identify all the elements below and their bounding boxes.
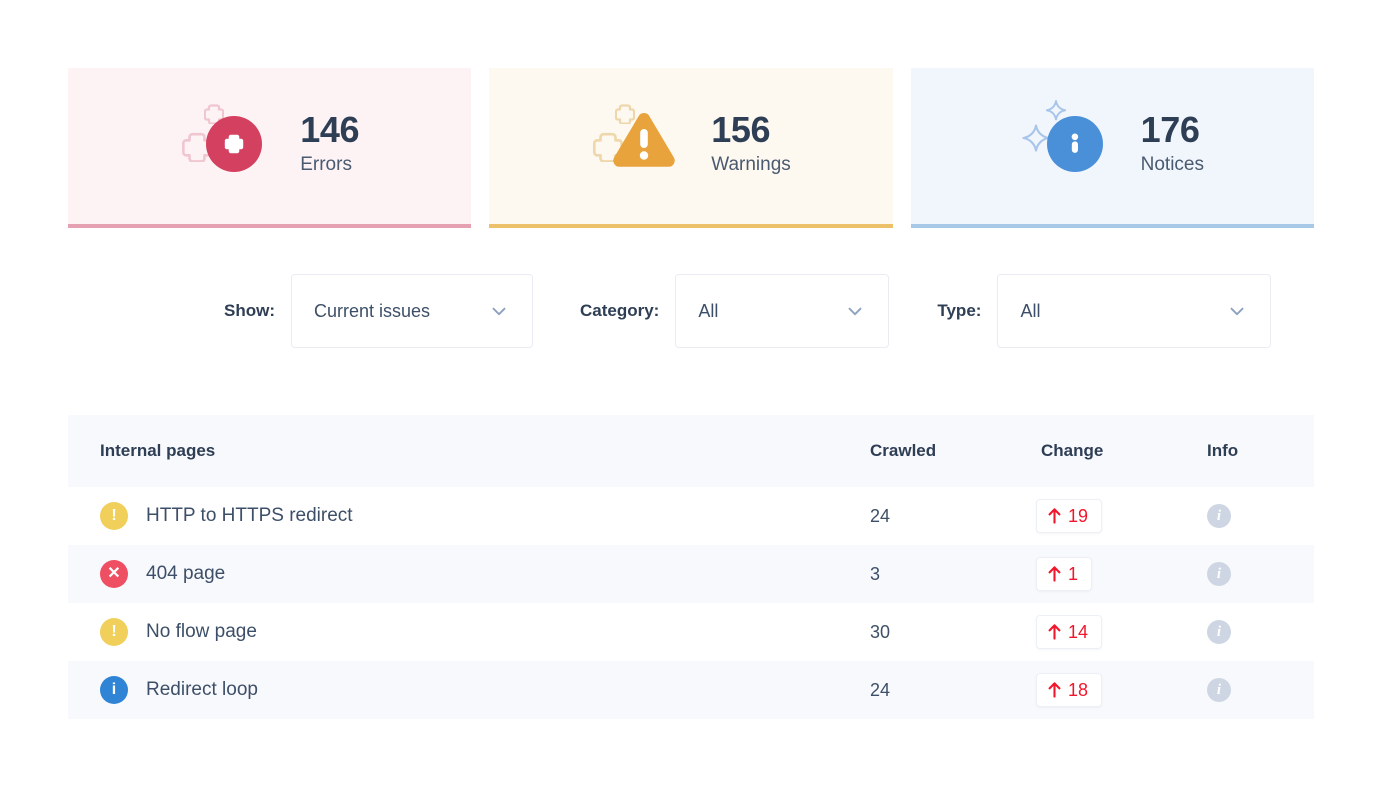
arrow-up-icon — [1048, 682, 1061, 698]
table-row[interactable]: i Redirect loop 24 18 i — [68, 661, 1314, 719]
notices-icon-group — [1021, 96, 1117, 192]
row-info-cell: i — [1202, 678, 1314, 702]
show-select-value: Current issues — [314, 300, 431, 321]
row-name-cell: ! No flow page — [68, 618, 866, 646]
info-icon[interactable]: i — [1207, 678, 1231, 702]
warning-severity-icon: ! — [100, 618, 128, 646]
table-header-cell-crawled[interactable]: Crawled — [866, 441, 1036, 461]
row-name-cell: ✕ 404 page — [68, 560, 866, 588]
errors-icon-group — [180, 96, 276, 192]
info-circle-icon — [1046, 116, 1103, 172]
info-icon[interactable]: i — [1207, 504, 1231, 528]
row-info-cell: i — [1202, 504, 1314, 528]
row-issue-name[interactable]: 404 page — [146, 563, 225, 585]
type-select-value: All — [1020, 300, 1041, 321]
arrow-up-icon — [1048, 624, 1061, 640]
row-change-cell: 18 — [1036, 673, 1202, 707]
errors-count: 146 — [300, 108, 360, 150]
warning-severity-icon: ! — [100, 502, 128, 530]
row-crawled-cell: 24 — [870, 679, 891, 700]
row-change-cell: 14 — [1036, 615, 1202, 649]
info-icon[interactable]: i — [1207, 620, 1231, 644]
row-issue-name[interactable]: HTTP to HTTPS redirect — [146, 505, 353, 527]
change-value: 18 — [1068, 680, 1089, 700]
decorative-sparkle-icon — [1022, 124, 1050, 152]
arrow-up-icon — [1048, 566, 1061, 582]
filter-bar: Show: Current issues Category: All Type:… — [68, 274, 1314, 348]
table-row[interactable]: ! No flow page 30 14 i — [68, 603, 1314, 661]
change-value: 1 — [1068, 564, 1079, 584]
change-badge: 18 — [1036, 673, 1103, 707]
table-row[interactable]: ! HTTP to HTTPS redirect 24 19 i — [68, 487, 1314, 545]
change-value: 14 — [1068, 622, 1089, 642]
warnings-count: 156 — [711, 108, 771, 150]
filter-group-show: Show: Current issues — [224, 274, 533, 348]
category-select[interactable]: All — [675, 274, 890, 348]
row-crawled-cell: 3 — [870, 563, 881, 584]
row-change-cell: 1 — [1036, 557, 1202, 591]
table-row[interactable]: ✕ 404 page 3 1 i — [68, 545, 1314, 603]
row-info-cell: i — [1202, 562, 1314, 586]
change-badge: 19 — [1036, 499, 1103, 533]
row-crawled-cell: 24 — [870, 505, 891, 526]
error-circle-icon — [206, 116, 263, 172]
row-crawled-cell: 30 — [870, 621, 891, 642]
filter-label-show: Show: — [224, 301, 275, 320]
issues-table: Internal pages Crawled Change Info ! HTT… — [68, 415, 1314, 719]
table-header-cell-change[interactable]: Change — [1036, 441, 1202, 461]
row-name-cell: i Redirect loop — [68, 676, 866, 704]
change-badge: 1 — [1036, 557, 1093, 591]
summary-card-notices[interactable]: 176 Notices — [910, 68, 1314, 228]
filter-group-category: Category: All — [580, 274, 890, 348]
notice-severity-icon: i — [100, 676, 128, 704]
table-header-row: Internal pages Crawled Change Info — [68, 415, 1314, 487]
table-header-cell-name[interactable]: Internal pages — [68, 441, 866, 461]
warnings-label: Warnings — [711, 153, 791, 175]
filter-label-category: Category: — [580, 301, 660, 320]
row-change-cell: 19 — [1036, 499, 1202, 533]
issues-dashboard: 146 Errors 156 Warnings 176 Notices Show… — [0, 0, 1382, 796]
row-name-cell: ! HTTP to HTTPS redirect — [68, 502, 866, 530]
error-severity-icon: ✕ — [100, 560, 128, 588]
row-issue-name[interactable]: Redirect loop — [146, 679, 258, 701]
warnings-icon-group — [591, 96, 687, 192]
info-glyph-icon — [1071, 133, 1078, 153]
summary-cards: 146 Errors 156 Warnings 176 Notices — [68, 68, 1314, 228]
row-issue-name[interactable]: No flow page — [146, 621, 257, 643]
table-header-cell-info: Info — [1207, 441, 1239, 460]
summary-card-warnings[interactable]: 156 Warnings — [489, 68, 893, 228]
cross-glyph-icon — [225, 134, 244, 154]
summary-card-errors[interactable]: 146 Errors — [68, 68, 472, 228]
info-icon[interactable]: i — [1207, 562, 1231, 586]
notices-label: Notices — [1140, 153, 1204, 175]
chevron-down-icon — [1230, 307, 1244, 316]
type-select[interactable]: All — [997, 274, 1272, 348]
errors-label: Errors — [300, 153, 352, 175]
arrow-up-icon — [1048, 508, 1061, 524]
chevron-down-icon — [492, 307, 506, 316]
chevron-down-icon — [848, 307, 862, 316]
change-value: 19 — [1068, 506, 1089, 526]
row-info-cell: i — [1202, 620, 1314, 644]
show-select[interactable]: Current issues — [291, 274, 533, 348]
category-select-value: All — [698, 300, 719, 321]
change-badge: 14 — [1036, 615, 1103, 649]
filter-label-type: Type: — [937, 301, 982, 320]
warning-triangle-icon — [611, 110, 677, 177]
filter-group-type: Type: All — [937, 274, 1272, 348]
notices-count: 176 — [1140, 108, 1200, 150]
